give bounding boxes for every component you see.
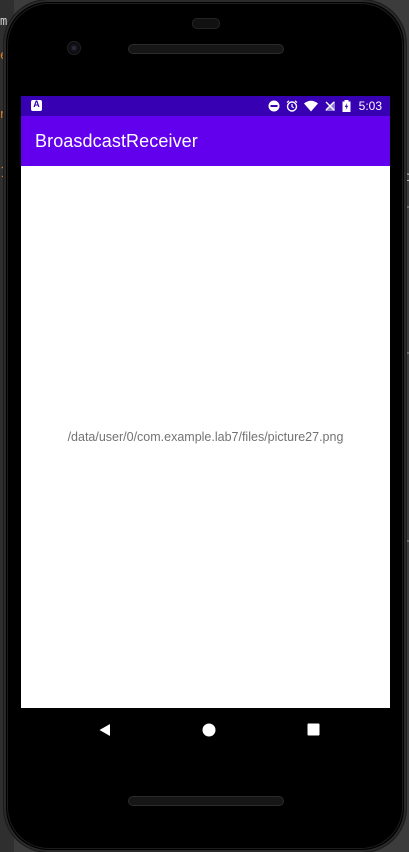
do-not-disturb-icon bbox=[268, 100, 280, 112]
cell-signal-off-icon bbox=[324, 101, 335, 111]
file-path-text: /data/user/0/com.example.lab7/files/pict… bbox=[67, 430, 344, 444]
nav-back-button[interactable] bbox=[83, 708, 127, 751]
nav-home-button[interactable] bbox=[187, 708, 231, 751]
recents-square-icon bbox=[307, 723, 319, 736]
back-triangle-icon bbox=[99, 723, 110, 736]
app-bar: BroasdcastReceiver bbox=[21, 116, 390, 166]
navigation-bar bbox=[21, 708, 390, 751]
nav-recents-button[interactable] bbox=[291, 708, 335, 751]
front-camera-icon bbox=[68, 42, 80, 54]
home-circle-icon bbox=[202, 723, 216, 736]
bottom-speaker-grille bbox=[128, 796, 284, 806]
android-notification-icon: A bbox=[31, 99, 42, 111]
device-screen: A 5:03 BroasdcastReceiver /data/user/0/c… bbox=[21, 96, 390, 751]
battery-charging-icon bbox=[342, 100, 351, 112]
wifi-icon bbox=[303, 100, 318, 112]
status-time: 5:03 bbox=[358, 99, 382, 113]
background-fragment: m bbox=[0, 14, 8, 28]
status-bar: A 5:03 bbox=[21, 96, 390, 116]
earpiece bbox=[192, 18, 220, 29]
status-icons: 5:03 bbox=[268, 96, 382, 116]
notification-icon-letter: A bbox=[33, 99, 40, 109]
alarm-icon bbox=[286, 100, 298, 112]
phone-device-frame: A 5:03 BroasdcastReceiver /data/user/0/c… bbox=[4, 0, 406, 852]
main-content: /data/user/0/com.example.lab7/files/pict… bbox=[21, 166, 390, 708]
top-speaker-grille bbox=[128, 44, 284, 54]
app-title: BroasdcastReceiver bbox=[35, 131, 198, 151]
page: m e n 1 c A bbox=[0, 0, 409, 852]
